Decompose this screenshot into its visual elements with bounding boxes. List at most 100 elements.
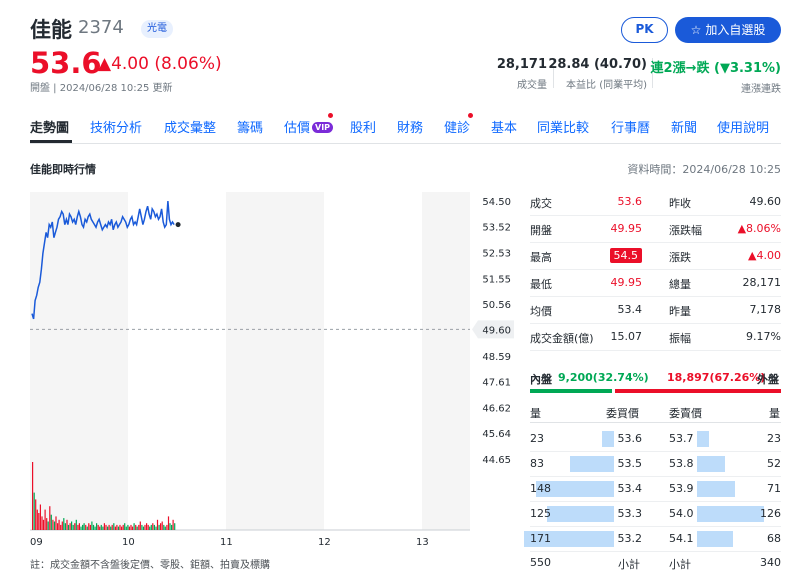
x-tick-label: 13 bbox=[416, 537, 429, 548]
ask-depth-bar bbox=[697, 506, 764, 522]
ask-qty-header: 量 bbox=[769, 407, 780, 420]
bid-qty: 125 bbox=[530, 507, 551, 520]
volume-bar bbox=[128, 526, 130, 530]
volume-bar bbox=[38, 513, 40, 530]
volume-bar bbox=[71, 521, 73, 530]
quote-label: 漲跌幅 bbox=[669, 224, 702, 237]
y-tick-label: 46.62 bbox=[482, 403, 511, 414]
volume-bar bbox=[63, 518, 65, 530]
quote-value: 49.60 bbox=[749, 195, 782, 208]
ask-price[interactable]: 53.8 bbox=[669, 457, 694, 470]
volume-bar bbox=[163, 524, 165, 530]
outer-label: 外盤 bbox=[757, 373, 779, 386]
bid-total: 550 bbox=[530, 556, 551, 569]
bid-depth-bar bbox=[570, 456, 614, 472]
quote-value: 49.95 bbox=[610, 222, 643, 235]
volume-bar bbox=[125, 526, 127, 530]
volume-bar bbox=[78, 523, 80, 530]
ask-total: 340 bbox=[760, 556, 781, 569]
volume-bar bbox=[121, 526, 123, 530]
bid-qty: 171 bbox=[530, 532, 551, 545]
ask-price[interactable]: 53.9 bbox=[669, 482, 694, 495]
ask-depth-bar bbox=[697, 456, 725, 472]
bid-qty: 148 bbox=[530, 482, 551, 495]
volume-bar bbox=[124, 523, 126, 530]
orderbook-row-divider bbox=[530, 476, 781, 477]
ask-depth-bar bbox=[697, 431, 709, 447]
volume-bar bbox=[147, 524, 149, 530]
ask-depth-bar bbox=[697, 481, 735, 497]
volume-bar bbox=[66, 519, 68, 530]
volume-bar bbox=[127, 524, 129, 530]
volume-bar bbox=[149, 526, 151, 530]
volume-bar bbox=[146, 523, 148, 530]
volume-bar bbox=[167, 516, 170, 530]
quote-row-divider bbox=[530, 215, 781, 216]
volume-bar bbox=[96, 523, 98, 530]
volume-bar bbox=[110, 526, 112, 530]
volume-bar bbox=[122, 524, 124, 530]
volume-bar bbox=[117, 526, 120, 530]
quote-label: 總量 bbox=[669, 278, 691, 291]
ask-qty: 68 bbox=[767, 532, 781, 545]
ask-price[interactable]: 54.0 bbox=[669, 507, 694, 520]
volume-bar bbox=[85, 524, 87, 530]
bid-price[interactable]: 53.4 bbox=[618, 482, 643, 495]
volume-bar bbox=[80, 526, 82, 530]
x-tick-label: 10 bbox=[122, 537, 135, 548]
ask-total-label: 小計 bbox=[669, 558, 691, 571]
y-tick-label: 50.56 bbox=[482, 300, 511, 311]
volume-bar bbox=[131, 526, 134, 530]
volume-bar bbox=[153, 524, 155, 530]
volume-bar bbox=[46, 518, 48, 530]
last-price-dot bbox=[175, 222, 181, 228]
volume-bar bbox=[152, 523, 154, 530]
quote-row-divider bbox=[530, 242, 781, 243]
volume-bar bbox=[133, 523, 135, 530]
bid-price[interactable]: 53.3 bbox=[618, 507, 643, 520]
volume-bar bbox=[74, 523, 76, 530]
volume-bar bbox=[139, 521, 141, 530]
volume-bar bbox=[142, 526, 145, 530]
ask-price[interactable]: 54.1 bbox=[669, 532, 694, 545]
volume-bar bbox=[107, 526, 109, 530]
bid-total-label: 小計 bbox=[618, 558, 640, 571]
volume-bar bbox=[97, 524, 99, 530]
volume-bar bbox=[114, 526, 116, 530]
volume-bar bbox=[39, 504, 41, 530]
y-tick-label: 51.55 bbox=[482, 274, 511, 285]
bid-price[interactable]: 53.6 bbox=[618, 432, 643, 445]
ask-price[interactable]: 53.7 bbox=[669, 432, 694, 445]
hour-band bbox=[128, 192, 226, 530]
volume-bar bbox=[103, 523, 105, 530]
quote-value: 9.17% bbox=[746, 330, 781, 343]
quote-label: 最低 bbox=[530, 278, 552, 291]
quote-value: 53.4 bbox=[617, 303, 643, 316]
volume-bar bbox=[35, 499, 37, 530]
bid-depth-bar bbox=[602, 431, 614, 447]
volume-bar bbox=[33, 492, 35, 530]
volume-bar bbox=[32, 462, 34, 530]
volume-bar bbox=[64, 523, 66, 530]
footnote: 註：成交金額不含盤後定價、零股、鉅額、拍賣及標購 bbox=[30, 560, 270, 571]
y-tick-label: 53.52 bbox=[482, 223, 511, 234]
volume-bar bbox=[130, 524, 132, 530]
orderbook-row-divider bbox=[530, 551, 781, 552]
volume-bar bbox=[135, 524, 137, 530]
volume-bar bbox=[111, 524, 113, 530]
volume-bar bbox=[136, 526, 138, 530]
volume-bar bbox=[160, 523, 162, 530]
volume-bar bbox=[61, 521, 63, 530]
bid-price[interactable]: 53.2 bbox=[618, 532, 643, 545]
quote-row-divider bbox=[530, 269, 781, 270]
outer-ratio-bar bbox=[615, 389, 781, 393]
x-tick-label: 11 bbox=[220, 537, 233, 548]
bid-price[interactable]: 53.5 bbox=[618, 457, 643, 470]
bid-price-header: 委買價 bbox=[606, 407, 639, 420]
quote-row-divider bbox=[530, 296, 781, 297]
volume-bar bbox=[100, 524, 102, 530]
volume-bar bbox=[92, 524, 95, 530]
quote-value: ▲4.00 bbox=[748, 249, 781, 262]
inner-label: 內盤 bbox=[530, 373, 552, 386]
volume-bar bbox=[166, 524, 168, 530]
